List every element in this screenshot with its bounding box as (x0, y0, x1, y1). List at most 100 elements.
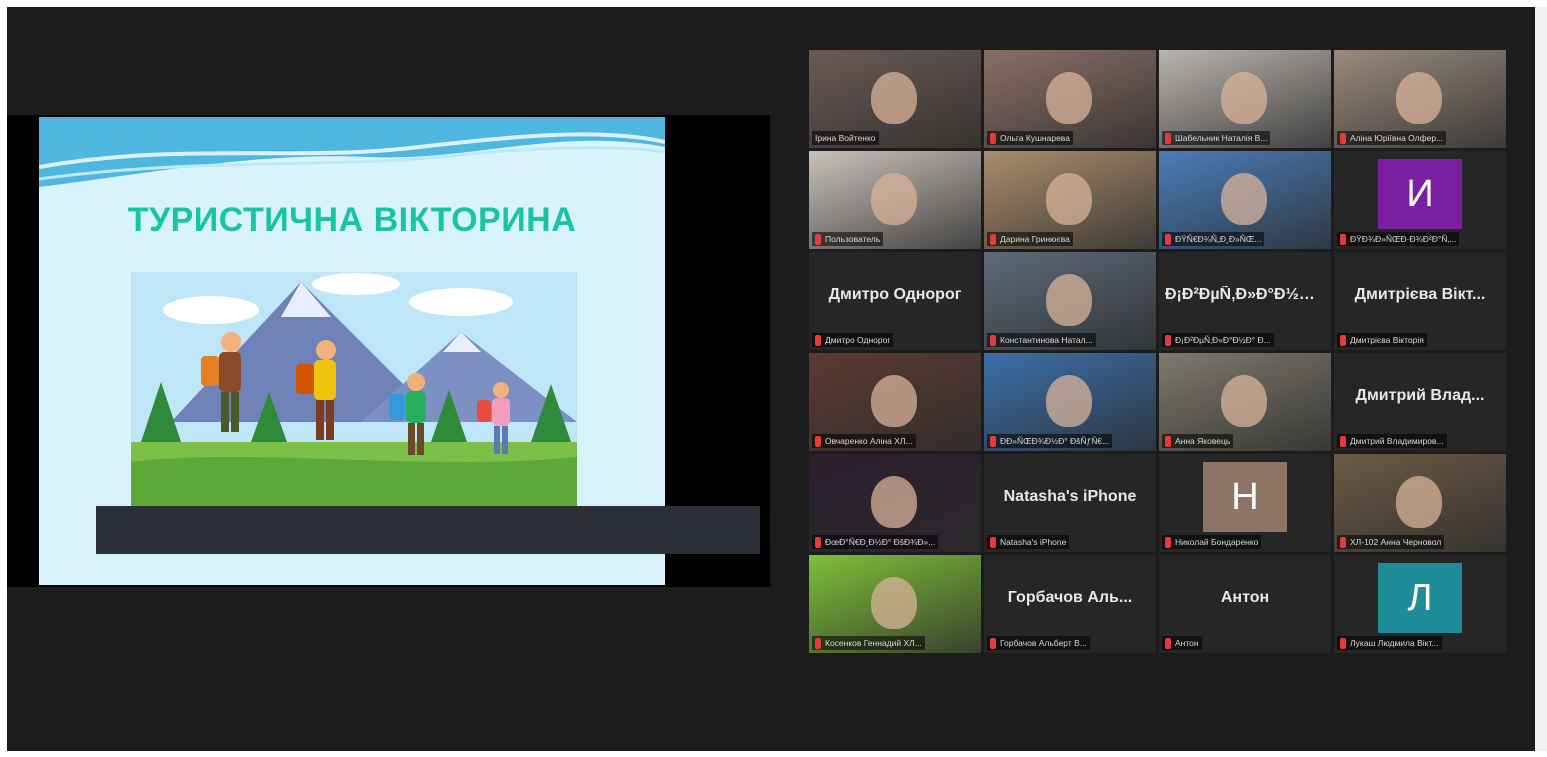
participant-face (1221, 72, 1267, 124)
participant-tile[interactable]: ÐŸÑ€Ð¾Ñ„Ð¸Ð»ÑŒ... (1159, 151, 1331, 249)
participant-tile[interactable]: Горбачов Аль... Горбачов Альберт В... (984, 555, 1156, 653)
participant-tile[interactable]: Natasha's iPhone Natasha's iPhone (984, 454, 1156, 552)
muted-mic-icon (1340, 435, 1346, 447)
participant-name-label: Ð¡Ð²ÐµÑ‚Ð»Ð°Ð½Ð° Ð... (1162, 333, 1274, 347)
participant-name-label: Ірина Войтенко (812, 131, 879, 145)
participant-name: Ірина Войтенко (815, 133, 876, 143)
participant-name-label: ХЛ-102 Анна Черновол (1337, 535, 1445, 549)
participant-tile[interactable]: Дмитрий Влад... Дмитрий Владимиров... (1334, 353, 1506, 451)
muted-mic-icon (815, 233, 821, 245)
muted-mic-icon (1165, 233, 1171, 245)
participant-name-label: Пользователь (812, 232, 884, 246)
participant-face (1046, 375, 1092, 427)
muted-mic-icon (1165, 637, 1171, 649)
participant-tile[interactable]: Дарина Гринюєва (984, 151, 1156, 249)
participant-name-label: ÐœÐ°Ñ€Ð¸Ð½Ð° ÐšÐ¾Ð»... (812, 535, 939, 549)
participant-face (1046, 274, 1092, 326)
muted-mic-icon (815, 637, 821, 649)
participant-tile[interactable]: Дмитро Однорог Дмитро Однорог (809, 252, 981, 350)
participant-name: Антон (1175, 638, 1199, 648)
participant-tile[interactable]: ХЛ-102 Анна Черновол (1334, 454, 1506, 552)
participant-name-label: Дмитро Однорог (812, 333, 894, 347)
participant-face (1221, 375, 1267, 427)
window-edge (1535, 7, 1547, 751)
muted-mic-icon (990, 637, 996, 649)
participant-name: Лукаш Людмила Вікт... (1350, 638, 1439, 648)
participant-face (1046, 173, 1092, 225)
participant-tile[interactable]: Константинова Натал... (984, 252, 1156, 350)
muted-mic-icon (815, 536, 821, 548)
participant-name: Ольга Кушнарева (1000, 133, 1070, 143)
participant-name: ÐÐ»ÑŒÐ¾Ð½Ð° ÐšÑƒÑ€... (1000, 436, 1110, 446)
participant-display-name: Горбачов Аль... (1007, 589, 1133, 606)
participant-name: Natasha's iPhone (1000, 537, 1067, 547)
participant-face (1046, 72, 1092, 124)
participant-name-label: Константинова Натал... (987, 333, 1096, 347)
participant-tile[interactable]: Л Лукаш Людмила Вікт... (1334, 555, 1506, 653)
participant-tile[interactable]: Ірина Войтенко (809, 50, 981, 148)
participant-name: Николай Бондаренко (1175, 537, 1259, 547)
participant-face (1221, 173, 1267, 225)
muted-mic-icon (1340, 233, 1346, 245)
participant-name-label: Аліна Юріївна Олфер... (1337, 131, 1447, 145)
muted-mic-icon (1165, 132, 1171, 144)
participant-name-label: Natasha's iPhone (987, 535, 1070, 549)
muted-mic-icon (815, 435, 821, 447)
participant-name: Дмитрий Владимиров... (1350, 436, 1444, 446)
participant-face (871, 72, 917, 124)
participant-name: ÐŸÐ¾Ð»ÑŒÐ·Ð¾Ð²Ð°Ñ‚... (1350, 234, 1457, 244)
participant-name-label: Горбачов Альберт В... (987, 636, 1090, 650)
participant-tile[interactable]: Анна Яковець (1159, 353, 1331, 451)
participant-name-label: ÐŸÐ¾Ð»ÑŒÐ·Ð¾Ð²Ð°Ñ‚... (1337, 232, 1460, 246)
muted-mic-icon (1340, 637, 1346, 649)
participant-face (1396, 476, 1442, 528)
participant-name: Анна Яковець (1175, 436, 1231, 446)
participant-name: Дмитро Однорог (825, 335, 891, 345)
slide-title: ТУРИСТИЧНА ВІКТОРИНА (127, 201, 577, 239)
participant-name: Дарина Гринюєва (1000, 234, 1070, 244)
muted-mic-icon (990, 334, 996, 346)
muted-mic-icon (1340, 536, 1346, 548)
participant-tile[interactable]: Аліна Юріївна Олфер... (1334, 50, 1506, 148)
participant-display-name: Дмитрий Влад... (1355, 387, 1485, 404)
participant-name-label: Дарина Гринюєва (987, 232, 1073, 246)
participant-name: Косенков Геннадий ХЛ... (825, 638, 922, 648)
participant-name: Шабельник Наталія В... (1175, 133, 1268, 143)
participant-tile[interactable]: Ольга Кушнарева (984, 50, 1156, 148)
participant-tile[interactable]: Антон Антон (1159, 555, 1331, 653)
muted-mic-icon (990, 132, 996, 144)
muted-mic-icon (990, 233, 996, 245)
participant-tile[interactable]: Шабельник Наталія В... (1159, 50, 1331, 148)
participant-name: Пользователь (825, 234, 881, 244)
muted-mic-icon (1340, 132, 1346, 144)
participant-tile[interactable]: Косенков Геннадий ХЛ... (809, 555, 981, 653)
hikers-illustration (131, 272, 577, 506)
participant-face (871, 476, 917, 528)
participant-tile[interactable]: Дмитрієва Вікт... Дмитрієва Вікторія (1334, 252, 1506, 350)
participant-name: ХЛ-102 Анна Черновол (1350, 537, 1442, 547)
slide-wave-decoration (39, 117, 665, 187)
muted-mic-icon (990, 536, 996, 548)
participant-name: ÐœÐ°Ñ€Ð¸Ð½Ð° ÐšÐ¾Ð»... (825, 537, 936, 547)
participant-name: Дмитрієва Вікторія (1350, 335, 1424, 345)
participant-tile[interactable]: Овчаренко Аліна ХЛ... (809, 353, 981, 451)
participant-name-label: Антон (1162, 636, 1202, 650)
participant-name-label: Косенков Геннадий ХЛ... (812, 636, 925, 650)
participant-avatar: Н (1203, 462, 1287, 532)
participant-tile[interactable]: И ÐŸÐ¾Ð»ÑŒÐ·Ð¾Ð²Ð°Ñ‚... (1334, 151, 1506, 249)
participant-tile[interactable]: Н Николай Бондаренко (1159, 454, 1331, 552)
participant-tile[interactable]: ÐÐ»ÑŒÐ¾Ð½Ð° ÐšÑƒÑ€... (984, 353, 1156, 451)
participant-avatar: И (1378, 159, 1462, 229)
participant-tile[interactable]: Ð¡Ð²ÐµÑ‚Ð»Ð°Ð½Ð° Ð... Ð¡Ð²ÐµÑ‚Ð»Ð°Ð½Ð° Ð.… (1159, 252, 1331, 350)
participant-name: Овчаренко Аліна ХЛ... (825, 436, 913, 446)
participant-name: Аліна Юріївна Олфер... (1350, 133, 1444, 143)
participant-tile[interactable]: Пользователь (809, 151, 981, 249)
muted-mic-icon (1165, 435, 1171, 447)
participant-face (871, 173, 917, 225)
participant-name: Ð¡Ð²ÐµÑ‚Ð»Ð°Ð½Ð° Ð... (1175, 335, 1271, 345)
participant-name: Горбачов Альберт В... (1000, 638, 1087, 648)
participant-tile[interactable]: ÐœÐ°Ñ€Ð¸Ð½Ð° ÐšÐ¾Ð»... (809, 454, 981, 552)
participant-display-name: Natasha's iPhone (1003, 488, 1137, 505)
participant-face (871, 577, 917, 629)
participant-avatar: Л (1378, 563, 1462, 633)
